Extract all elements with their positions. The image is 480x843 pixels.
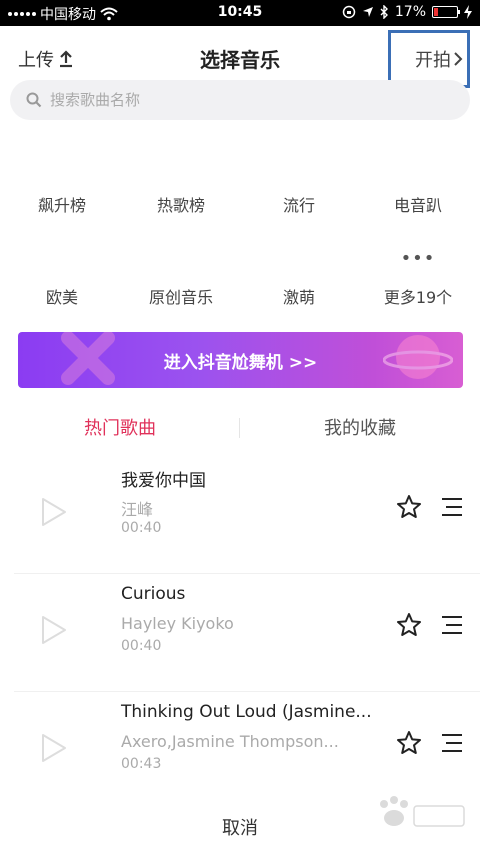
music-picker-sheet: 上传 选择音乐 开拍 飙升榜 热歌榜 流行 电音趴 欧美 原创音乐 激萌 •••…: [0, 26, 480, 843]
tab-my-favorites[interactable]: 我的收藏: [260, 414, 460, 440]
bluetooth-icon: [380, 5, 388, 19]
song-title: 我爱你中国: [121, 471, 206, 491]
song-item[interactable]: Thinking Out Loud (Jasmine... Axero,Jasm…: [0, 692, 480, 810]
add-to-list-icon[interactable]: [440, 496, 464, 518]
song-duration: 00:43: [121, 756, 162, 772]
category-western[interactable]: 欧美: [2, 284, 122, 308]
location-icon: [362, 7, 373, 17]
battery-icon: [432, 6, 460, 18]
category-hot[interactable]: 热歌榜: [121, 192, 241, 216]
star-icon[interactable]: [396, 494, 422, 520]
charging-icon: [464, 5, 472, 19]
song-item[interactable]: Curious Hayley Kiyoko 00:40: [0, 574, 480, 692]
banner-label: 进入抖音尬舞机 >>: [163, 352, 318, 373]
add-to-list-icon[interactable]: [440, 732, 464, 754]
song-title: Curious: [121, 584, 186, 604]
x-decoration-icon: [61, 332, 115, 385]
play-icon[interactable]: [40, 614, 68, 646]
category-edm[interactable]: 电音趴: [358, 192, 478, 216]
more-dots-icon: •••: [400, 248, 436, 269]
battery-fill: [434, 8, 438, 16]
category-soaring[interactable]: 飙升榜: [2, 192, 122, 216]
rotation-lock-icon: [342, 5, 356, 19]
status-right: 17%: [342, 4, 472, 20]
chevron-right-icon: [454, 52, 463, 66]
star-icon[interactable]: [396, 612, 422, 638]
search-bar[interactable]: [10, 80, 470, 120]
status-bar: 中国移动 10:45 17%: [0, 0, 480, 26]
category-more[interactable]: ••• 更多19个: [358, 248, 478, 308]
star-icon[interactable]: [396, 730, 422, 756]
play-icon[interactable]: [40, 496, 68, 528]
song-item[interactable]: 我爱你中国 汪峰 00:40: [0, 456, 480, 574]
song-title: Thinking Out Loud (Jasmine...: [121, 702, 372, 722]
nav-bar: 上传 选择音乐 开拍: [0, 26, 480, 88]
play-icon[interactable]: [40, 732, 68, 764]
watermark-logo-icon: [380, 796, 465, 827]
start-label: 开拍: [415, 50, 451, 71]
tab-hot-songs[interactable]: 热门歌曲: [20, 414, 220, 440]
category-cute[interactable]: 激萌: [239, 284, 359, 308]
song-tabs: 热门歌曲 我的收藏: [0, 406, 480, 446]
category-pop[interactable]: 流行: [239, 192, 359, 216]
battery-percent: 17%: [394, 4, 426, 20]
song-duration: 00:40: [121, 638, 162, 654]
dance-machine-banner[interactable]: 进入抖音尬舞机 >>: [18, 332, 463, 388]
song-artist: 汪峰: [121, 500, 154, 519]
tab-divider: [239, 418, 240, 438]
search-input[interactable]: [50, 91, 430, 109]
song-artist: Hayley Kiyoko: [121, 614, 234, 633]
search-icon: [26, 92, 42, 108]
category-more-label: 更多19个: [383, 288, 453, 307]
song-artist: Axero,Jasmine Thompson...: [121, 732, 339, 751]
planet-decoration-icon: [383, 335, 453, 379]
category-original[interactable]: 原创音乐: [121, 284, 241, 308]
add-to-list-icon[interactable]: [440, 614, 464, 636]
song-duration: 00:40: [121, 520, 162, 536]
